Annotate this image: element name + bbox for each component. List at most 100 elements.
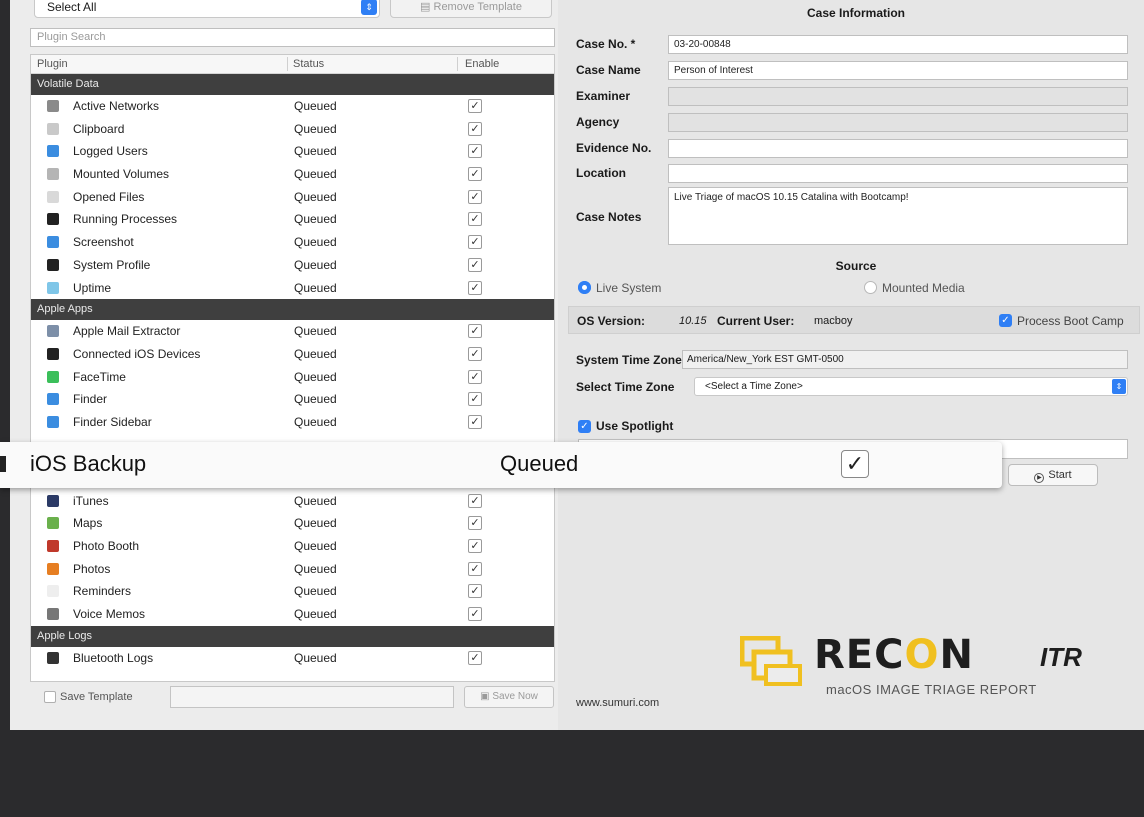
- plugin-group-header: Apple Logs: [31, 625, 554, 647]
- save-template-checkbox[interactable]: [44, 691, 56, 703]
- plugin-row[interactable]: Bluetooth Logs Queued ✓: [31, 647, 554, 670]
- case-field-input[interactable]: Person of Interest: [668, 61, 1128, 80]
- plugin-row[interactable]: Maps Queued ✓: [31, 512, 554, 535]
- enable-checkbox[interactable]: ✓: [468, 493, 482, 508]
- column-divider: [457, 57, 458, 71]
- enable-checkbox[interactable]: ✓: [468, 121, 482, 136]
- clock-icon: [47, 281, 59, 294]
- plugin-status: Queued: [294, 561, 337, 576]
- plugin-status: Queued: [294, 392, 337, 407]
- template-select-value: Select All: [47, 0, 97, 14]
- plugin-row[interactable]: Photos Queued ✓: [31, 558, 554, 581]
- case-notes-textarea[interactable]: Live Triage of macOS 10.15 Catalina with…: [668, 187, 1128, 245]
- facetime-icon: [47, 370, 59, 383]
- enable-checkbox[interactable]: ✓: [468, 584, 482, 599]
- process-boot-camp-checkbox[interactable]: ✓: [999, 314, 1012, 327]
- enable-checkbox[interactable]: ✓: [468, 99, 482, 113]
- enable-checkbox[interactable]: ✓: [468, 392, 482, 407]
- case-field-input[interactable]: [668, 164, 1128, 183]
- plugin-row[interactable]: Mounted Volumes Queued ✓: [31, 163, 554, 186]
- enable-checkbox[interactable]: ✓: [468, 369, 482, 384]
- enable-checkbox[interactable]: ✓: [468, 561, 482, 576]
- screenshot-icon: [47, 236, 59, 249]
- case-field-input[interactable]: [668, 139, 1128, 158]
- plugin-row[interactable]: Finder Queued ✓: [31, 388, 554, 411]
- enable-checkbox[interactable]: ✓: [468, 235, 482, 250]
- enable-checkbox[interactable]: ✓: [468, 516, 482, 531]
- enable-checkbox[interactable]: ✓: [468, 607, 482, 622]
- plugin-name: Maps: [73, 516, 103, 531]
- plugin-search-input[interactable]: Plugin Search: [30, 28, 555, 47]
- photobooth-icon: [47, 540, 59, 552]
- plugin-row[interactable]: Reminders Queued ✓: [31, 580, 554, 603]
- start-button[interactable]: ▶ Start: [1008, 464, 1098, 486]
- template-name-input[interactable]: [170, 686, 454, 708]
- case-field-input[interactable]: 03-20-00848: [668, 35, 1128, 54]
- plugin-row[interactable]: iTunes Queued ✓: [31, 490, 554, 513]
- save-template-row: Save Template ▣ Save Now: [30, 684, 555, 710]
- save-icon: ▣: [480, 691, 493, 702]
- enable-checkbox[interactable]: ✓: [468, 414, 482, 429]
- zoom-plugin-status: Queued: [500, 451, 579, 476]
- enable-checkbox[interactable]: ✓: [468, 167, 482, 182]
- plugin-row[interactable]: Apple Mail Extractor Queued ✓: [31, 320, 554, 343]
- zoom-plugin-name: iOS Backup: [30, 451, 147, 476]
- enable-checkbox[interactable]: ✓: [468, 257, 482, 272]
- enable-checkbox[interactable]: ✓: [468, 539, 482, 553]
- recon-wordmark-part: N: [939, 632, 974, 678]
- plugin-row[interactable]: Active Networks Queued ✓: [31, 95, 554, 118]
- plugin-row[interactable]: Finder Sidebar Queued ✓: [31, 411, 554, 434]
- enable-checkbox[interactable]: ✓: [468, 280, 482, 295]
- plugin-group-header: Apple Apps: [31, 299, 554, 321]
- live-system-radio[interactable]: [578, 281, 591, 294]
- save-now-label: Save Now: [492, 691, 538, 702]
- plugin-row[interactable]: Photo Booth Queued ✓: [31, 535, 554, 558]
- enable-checkbox[interactable]: ✓: [468, 189, 482, 204]
- plugin-name: Photos: [73, 561, 111, 576]
- plugin-name: Screenshot: [73, 235, 134, 250]
- recon-wordmark-o: O: [904, 632, 940, 678]
- plugin-row[interactable]: Logged Users Queued ✓: [31, 140, 554, 163]
- case-information-title: Case Information: [806, 6, 905, 20]
- status-column-header[interactable]: Status: [293, 58, 324, 70]
- enable-checkbox[interactable]: ✓: [468, 144, 482, 159]
- website-link[interactable]: www.sumuri.com: [576, 697, 659, 709]
- logo-subtitle: macOS IMAGE TRIAGE REPORT: [826, 682, 1037, 697]
- plugin-row[interactable]: Screenshot Queued ✓: [31, 231, 554, 254]
- plugin-row[interactable]: Voice Memos Queued ✓: [31, 603, 554, 626]
- mounted-media-radio[interactable]: [864, 281, 877, 294]
- time-zone-select[interactable]: <Select a Time Zone> ⇕: [694, 377, 1128, 396]
- plugin-name: System Profile: [73, 257, 151, 272]
- enable-checkbox[interactable]: ✓: [468, 212, 482, 227]
- plugin-column-header[interactable]: Plugin: [37, 58, 68, 70]
- recon-wordmark-part: REC: [814, 632, 905, 678]
- zoom-enable-checkbox[interactable]: ✓: [841, 450, 869, 478]
- enable-checkbox[interactable]: ✓: [468, 324, 482, 339]
- plugin-row[interactable]: Running Processes Queued ✓: [31, 208, 554, 231]
- plugin-status: Queued: [294, 121, 337, 136]
- save-now-button[interactable]: ▣ Save Now: [464, 686, 554, 708]
- use-spotlight-checkbox[interactable]: ✓: [578, 420, 591, 433]
- plugin-status: Queued: [294, 539, 337, 553]
- plugin-row[interactable]: Opened Files Queued ✓: [31, 186, 554, 209]
- current-user-value: macboy: [814, 315, 853, 327]
- case-field-label: Location: [576, 166, 626, 180]
- itunes-icon: [47, 494, 59, 507]
- enable-checkbox[interactable]: ✓: [468, 346, 482, 361]
- plugin-row[interactable]: System Profile Queued ✓: [31, 254, 554, 277]
- plugin-row[interactable]: Clipboard Queued ✓: [31, 118, 554, 141]
- enable-checkbox[interactable]: ✓: [468, 650, 482, 665]
- remove-template-label: Remove Template: [433, 1, 522, 13]
- table-header: Plugin Status Enable: [31, 55, 554, 74]
- plugin-row[interactable]: FaceTime Queued ✓: [31, 366, 554, 389]
- plugin-row[interactable]: Uptime Queued ✓: [31, 277, 554, 300]
- reminders-icon: [47, 585, 59, 598]
- enable-column-header[interactable]: Enable: [465, 58, 499, 70]
- clipboard-icon: [47, 122, 59, 135]
- remove-template-button[interactable]: ▤ Remove Template: [390, 0, 552, 18]
- disk-icon: [47, 168, 59, 181]
- monitor-stack-icon: [740, 636, 802, 686]
- source-title: Source: [835, 259, 877, 273]
- plugin-row[interactable]: Connected iOS Devices Queued ✓: [31, 343, 554, 366]
- template-select[interactable]: Select All ⇕: [34, 0, 380, 18]
